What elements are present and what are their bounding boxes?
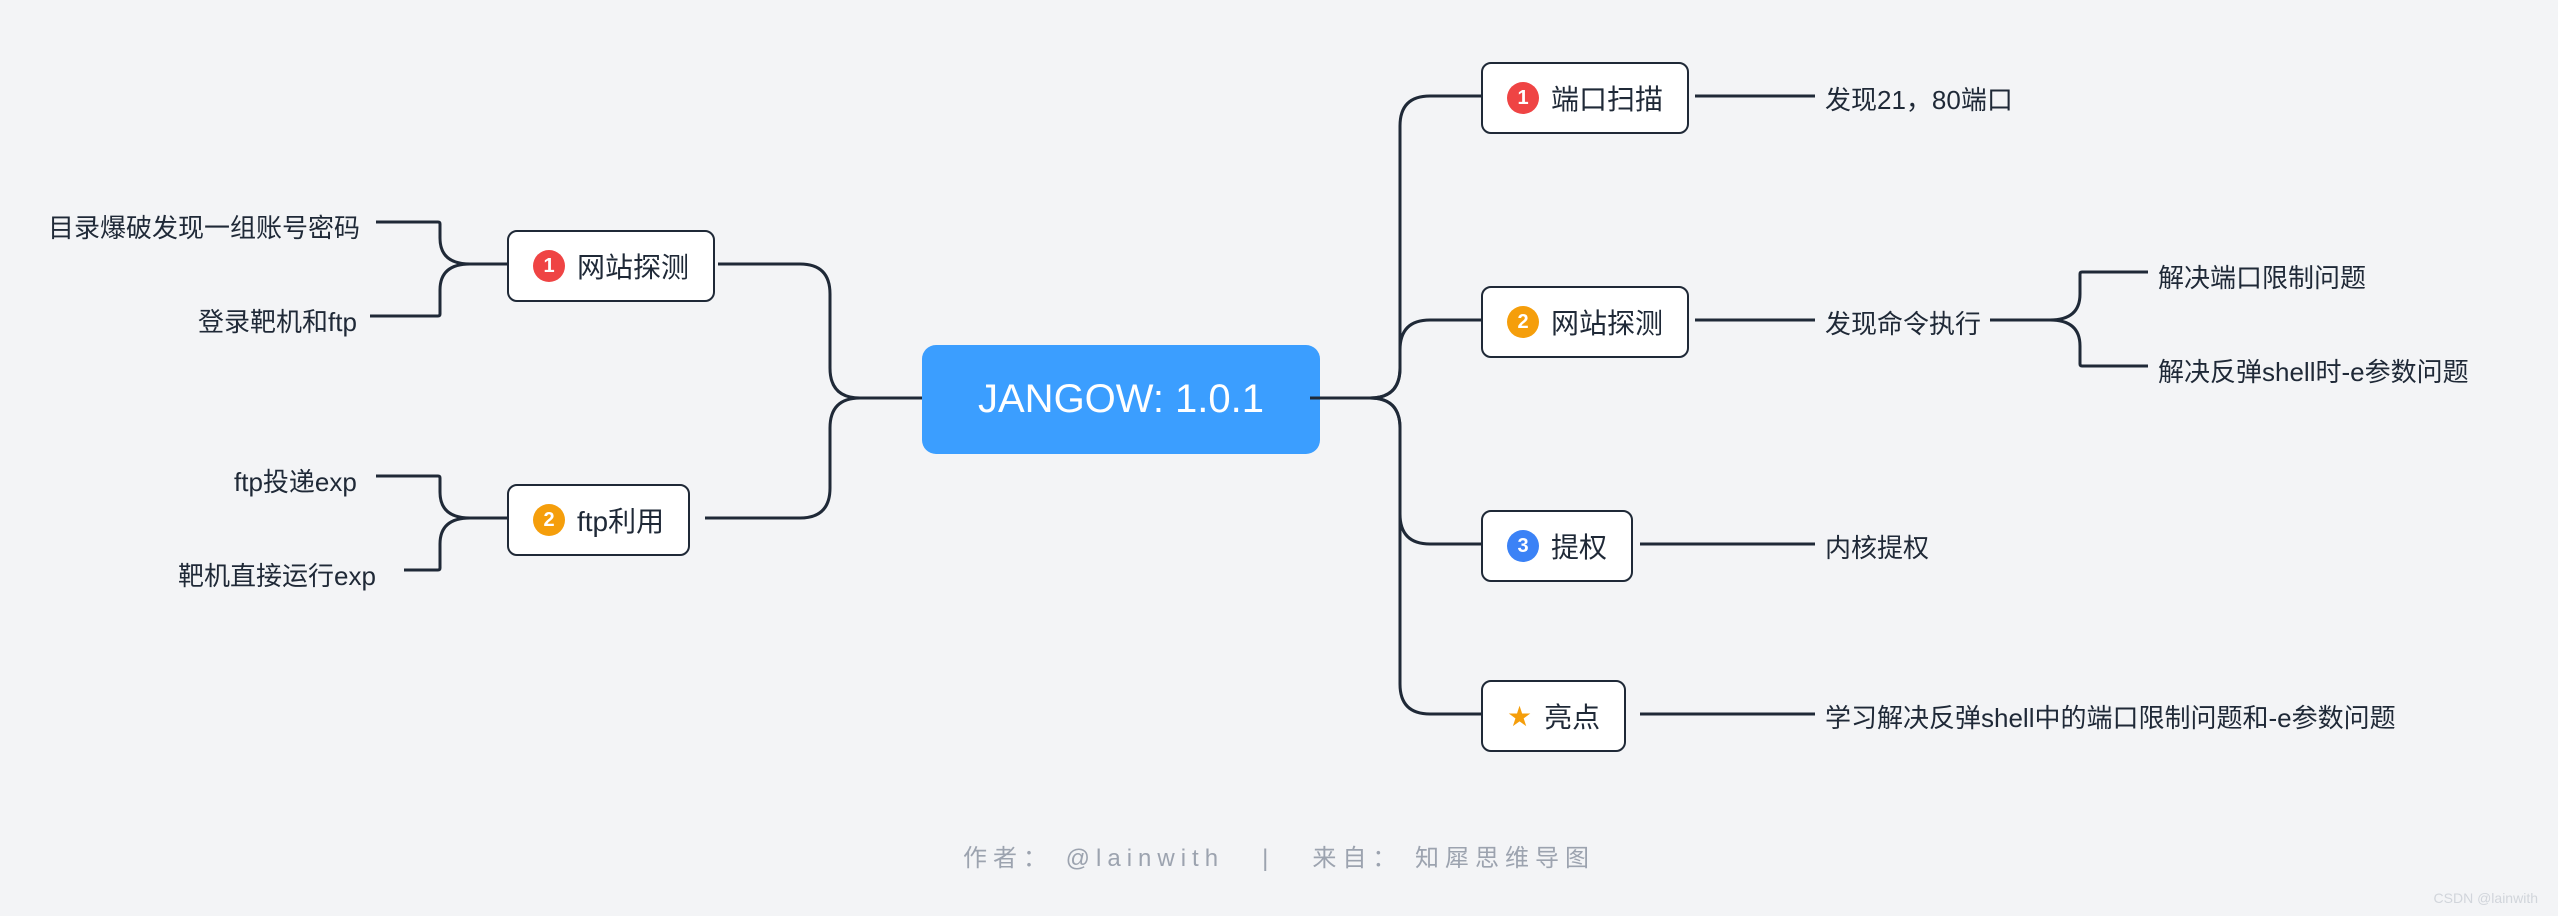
footer-author: @lainwith [1066,845,1224,872]
right-leaf-3-1: 内核提权 [1825,528,1929,565]
right-node-3-label: 提权 [1551,526,1607,566]
center-title: JANGOW: 1.0.1 [978,377,1264,421]
right-leaf-2-1: 发现命令执行 [1825,304,1981,341]
right-node-2: 2 网站探测 [1481,286,1689,358]
right-node-1: 1 端口扫描 [1481,62,1689,134]
footer-sep: | [1262,845,1274,872]
left-leaf-2-2: 靶机直接运行exp [178,556,376,593]
left-node-2: 2 ftp利用 [507,484,690,556]
right-node-2-label: 网站探测 [1551,302,1663,342]
star-icon: ★ [1507,700,1532,733]
right-node-4: ★ 亮点 [1481,680,1626,752]
right-leaf-4-1: 学习解决反弹shell中的端口限制问题和-e参数问题 [1825,698,2396,735]
left-leaf-2-1: ftp投递exp [234,462,357,499]
left-node-1-label: 网站探测 [577,246,689,286]
watermark: CSDN @lainwith [2434,890,2538,906]
badge-r1-icon: 1 [1507,82,1539,114]
right-leaf-1-1: 发现21，80端口 [1825,80,2013,117]
left-node-2-label: ftp利用 [577,500,664,540]
right-leaf-2-1-2: 解决反弹shell时-e参数问题 [2158,352,2469,389]
footer-source: 知犀思维导图 [1415,845,1595,872]
left-leaf-1-2: 登录靶机和ftp [198,302,357,339]
badge-2-icon: 2 [533,504,565,536]
right-leaf-2-1-1: 解决端口限制问题 [2158,258,2366,295]
center-node: JANGOW: 1.0.1 [922,345,1320,454]
footer-credit: 作者： @lainwith | 来自： 知犀思维导图 [0,838,2558,873]
badge-r2-icon: 2 [1507,306,1539,338]
footer-author-label: 作者： [963,845,1053,872]
right-node-1-label: 端口扫描 [1551,78,1663,118]
right-node-3: 3 提权 [1481,510,1633,582]
left-leaf-1-1: 目录爆破发现一组账号密码 [48,208,360,245]
left-node-1: 1 网站探测 [507,230,715,302]
footer-source-label: 来自： [1312,845,1402,872]
badge-r3-icon: 3 [1507,530,1539,562]
badge-1-icon: 1 [533,250,565,282]
right-node-4-label: 亮点 [1544,696,1600,736]
